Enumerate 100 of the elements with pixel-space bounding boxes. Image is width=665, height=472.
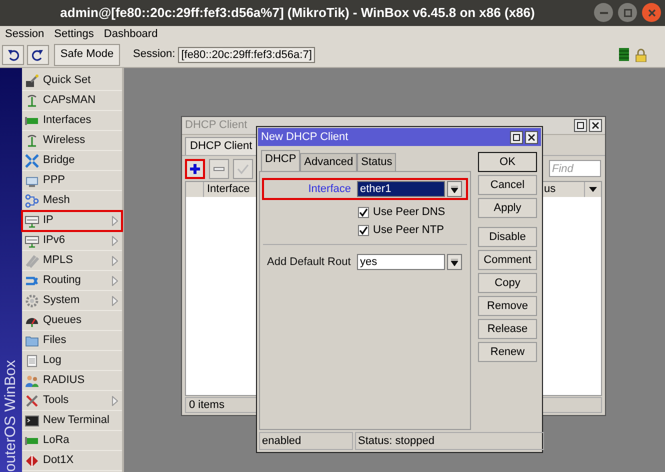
maximize-button[interactable] — [574, 119, 587, 132]
sidebar-item[interactable]: RADIUS — [22, 371, 122, 391]
sidebar-item[interactable]: Interfaces — [22, 111, 122, 131]
dialog-button[interactable]: Copy — [478, 273, 537, 293]
checkbox[interactable] — [358, 224, 369, 236]
gear-icon — [25, 294, 39, 308]
sidebar-item[interactable]: LoRa — [22, 431, 122, 451]
close-button[interactable] — [589, 119, 602, 132]
maximize-icon — [577, 122, 584, 129]
field-label: Add Default Rout — [266, 254, 352, 270]
dropdown-button[interactable] — [447, 254, 462, 270]
sidebar-label: New Terminal — [43, 413, 110, 428]
dialog-button[interactable]: Comment — [478, 250, 537, 270]
panel-icon — [25, 234, 39, 248]
sidebar-item[interactable]: Bridge — [22, 151, 122, 171]
add-button[interactable] — [185, 158, 205, 178]
safe-mode-button[interactable]: Safe Mode — [54, 44, 120, 66]
diamond-icon — [25, 454, 39, 468]
sidebar-item[interactable]: Mesh — [22, 191, 122, 211]
sidebar-label: System — [43, 293, 81, 308]
sidebar-label: IP — [43, 213, 54, 228]
redo-icon — [32, 48, 44, 60]
caret-icon — [589, 187, 597, 192]
tools-icon — [25, 394, 39, 408]
close-icon — [592, 122, 599, 129]
checkbox[interactable] — [358, 206, 369, 218]
sidebar-item[interactable]: MPLS — [22, 251, 122, 271]
sidebar-item[interactable]: Routing — [22, 271, 122, 291]
menu-item[interactable]: Dashboard — [104, 26, 158, 42]
tab[interactable]: DHCP — [261, 150, 300, 171]
undo-icon — [7, 48, 19, 60]
brand-text: outerOS WinBox — [1, 359, 20, 472]
sidebar-label: Log — [43, 353, 62, 368]
menu-item[interactable]: Settings — [54, 26, 94, 42]
sidebar-label: MPLS — [43, 253, 74, 268]
sidebar-label: CAPsMAN — [43, 93, 97, 108]
sidebar-label: Wireless — [43, 133, 86, 148]
maximize-button[interactable] — [510, 130, 523, 144]
lock-icon — [635, 48, 647, 62]
select-field[interactable]: yes — [357, 254, 445, 270]
close-button[interactable] — [525, 130, 538, 144]
sidebar-item[interactable]: Dot1X — [22, 451, 122, 471]
sidebar-label: Interfaces — [43, 113, 92, 128]
sidebar-label: Files — [43, 333, 68, 348]
menu-item[interactable]: Session — [5, 26, 44, 42]
sidebar-item[interactable]: IPv6 — [22, 231, 122, 251]
sidebar-item[interactable]: CAPsMAN — [22, 91, 122, 111]
dialog-button[interactable]: Remove — [478, 296, 537, 316]
sidebar-label: Tools — [43, 393, 70, 408]
sidebar-label: Quick Set — [43, 73, 92, 88]
wand-icon — [25, 74, 39, 88]
sidebar-item[interactable]: Quick Set — [22, 71, 122, 91]
checkbox-label: Use Peer DNS — [373, 204, 446, 220]
sidebar-item[interactable]: Tools — [22, 391, 122, 411]
session-label: Session: — [133, 47, 176, 62]
sidebar-item[interactable]: Files — [22, 331, 122, 351]
dialog-button[interactable]: Disable — [478, 227, 537, 247]
submenu-arrow-icon — [112, 396, 118, 406]
find-field[interactable]: Find — [549, 160, 601, 177]
arrows-icon — [25, 154, 39, 168]
item-count: 0 items — [189, 398, 224, 413]
sidebar-item[interactable]: Log — [22, 351, 122, 371]
sidebar-label: Routing — [43, 273, 82, 288]
sidebar-item[interactable]: Queues — [22, 311, 122, 331]
window-title: New DHCP Client — [261, 130, 350, 145]
dialog-button[interactable]: Apply — [478, 198, 537, 218]
dialog-button[interactable]: Cancel — [478, 175, 537, 195]
sidebar-label: Dot1X — [43, 453, 75, 468]
select-field[interactable]: ether1 — [357, 181, 445, 197]
dialog-button[interactable]: Renew — [478, 342, 537, 362]
plus-icon — [189, 162, 201, 174]
tab[interactable]: DHCP Client — [185, 137, 258, 155]
sidebar-label: Mesh — [43, 193, 71, 208]
tab[interactable]: Status — [357, 153, 396, 171]
maximize-icon — [513, 134, 520, 140]
dialog-button[interactable]: Release — [478, 319, 537, 339]
panel-icon — [25, 214, 39, 228]
window-title: admin@[fe80::20c:29ff:fef3:d56a%7] (MikroTik) - WinBox v6.45.8 on x86 (x86) — [60, 4, 535, 22]
checkbox-label: Use Peer NTP — [373, 222, 444, 238]
dialog-button[interactable]: OK — [478, 152, 537, 172]
nodes-icon — [25, 194, 39, 208]
sidebar-label: RADIUS — [43, 373, 86, 388]
sidebar-item[interactable]: PPP — [22, 171, 122, 191]
sidebar-item[interactable]: Wireless — [22, 131, 122, 151]
tab[interactable]: Advanced — [300, 153, 358, 171]
caret-icon — [451, 258, 458, 266]
undo-button[interactable] — [2, 44, 24, 64]
sidebar-item[interactable]: New Terminal — [22, 411, 122, 431]
sidebar-item[interactable]: System — [22, 291, 122, 311]
document-icon — [25, 354, 39, 368]
antenna-icon — [25, 134, 39, 148]
antenna-icon — [25, 94, 39, 108]
minimize-button[interactable] — [594, 3, 613, 22]
status-field: enabled — [259, 432, 353, 450]
folder-icon — [25, 334, 39, 348]
sidebar-item[interactable]: IP — [22, 211, 122, 231]
sidebar-label: PPP — [43, 173, 66, 188]
session-field: [fe80::20c:29ff:fef3:d56a:7] — [178, 46, 315, 62]
redo-button[interactable] — [27, 44, 49, 64]
dropdown-button[interactable] — [447, 181, 462, 197]
